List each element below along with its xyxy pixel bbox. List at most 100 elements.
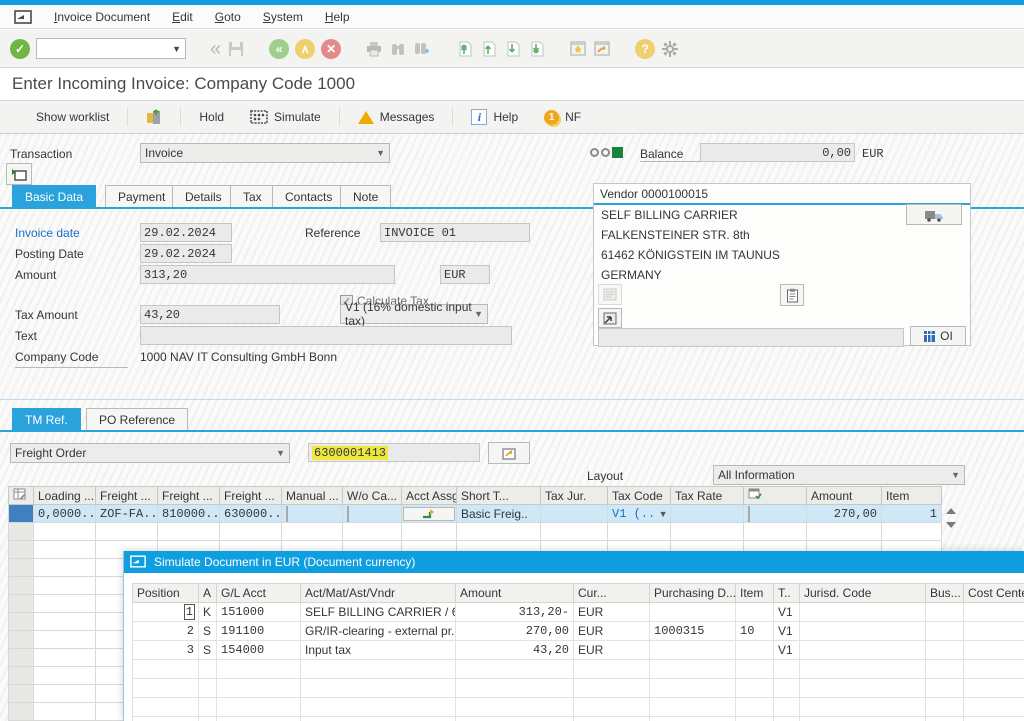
tab-payment[interactable]: Payment bbox=[105, 185, 178, 207]
vendor-clipboard-button[interactable] bbox=[780, 284, 804, 306]
tab-tm-ref[interactable]: TM Ref. bbox=[12, 408, 81, 430]
cell-gl[interactable]: 154000 bbox=[217, 641, 301, 660]
chevron-down-icon[interactable]: ▼ bbox=[172, 44, 181, 54]
col-purchasing-doc[interactable]: Purchasing D... bbox=[650, 584, 736, 603]
cell-item[interactable]: 10 bbox=[736, 622, 774, 641]
cell-freight-3[interactable]: 630000.. bbox=[220, 505, 282, 523]
col-act-mat[interactable]: Act/Mat/Ast/Vndr bbox=[301, 584, 456, 603]
freight-order-type-dropdown[interactable]: Freight Order▼ bbox=[10, 443, 290, 463]
exit-up-icon[interactable]: ∧ bbox=[295, 39, 315, 59]
cell-act[interactable]: SELF BILLING CARRIER / 6.. bbox=[301, 603, 456, 622]
cell-tax-code[interactable]: V1 (.. ▼ bbox=[608, 505, 671, 523]
col-item[interactable]: Item bbox=[882, 487, 942, 505]
amount-field[interactable]: 313,20 bbox=[140, 265, 395, 284]
tab-po-reference[interactable]: PO Reference bbox=[86, 408, 188, 430]
cell-gl[interactable]: 191100 bbox=[217, 622, 301, 641]
col-tax-jur[interactable]: Tax Jur. bbox=[541, 487, 608, 505]
final-checkbox[interactable] bbox=[748, 506, 750, 522]
cell-loading[interactable]: 0,0000.. bbox=[34, 505, 96, 523]
tax-code-dropdown[interactable]: V1 (16% domestic input tax)▼ bbox=[340, 304, 488, 324]
cell-amount[interactable]: 43,20 bbox=[456, 641, 574, 660]
col-cost-center[interactable]: Cost Cente bbox=[964, 584, 1024, 603]
last-page-icon[interactable] bbox=[527, 40, 545, 58]
menu-invoice-document[interactable]: Invoice Document bbox=[54, 10, 150, 24]
posting-date-field[interactable]: 29.02.2024 bbox=[140, 244, 232, 263]
cell-bus[interactable] bbox=[926, 603, 964, 622]
col-wo-ca[interactable]: W/o Ca... bbox=[343, 487, 402, 505]
cell-cc[interactable] bbox=[964, 622, 1024, 641]
cell-tax[interactable]: V1 bbox=[774, 641, 800, 660]
row-selector[interactable] bbox=[9, 505, 34, 523]
command-field[interactable]: ▼ bbox=[36, 38, 186, 59]
tab-note[interactable]: Note bbox=[340, 185, 391, 207]
tree-toggle-button[interactable] bbox=[6, 163, 32, 185]
cell-act[interactable]: GR/IR-clearing - external pr.. bbox=[301, 622, 456, 641]
cell-cur[interactable]: EUR bbox=[574, 603, 650, 622]
col-tax-rate[interactable]: Tax Rate bbox=[671, 487, 744, 505]
nf-button[interactable]: 1 NF bbox=[536, 107, 589, 128]
back-icon[interactable]: « bbox=[210, 39, 221, 59]
cell-a[interactable]: S bbox=[199, 622, 217, 641]
col-short-text[interactable]: Short T... bbox=[457, 487, 541, 505]
freight-order-number-field[interactable]: 6300001413 bbox=[308, 443, 480, 462]
tab-basic-data[interactable]: Basic Data bbox=[12, 185, 96, 207]
cell-amount[interactable]: 313,20- bbox=[456, 603, 574, 622]
cell-item[interactable]: 1 bbox=[882, 505, 942, 523]
worklist-tree-button[interactable] bbox=[138, 106, 170, 129]
col-loading[interactable]: Loading ... bbox=[34, 487, 96, 505]
manual-checkbox[interactable] bbox=[286, 506, 288, 522]
col-a[interactable]: A bbox=[199, 584, 217, 603]
cell-amount[interactable]: 270,00 bbox=[807, 505, 882, 523]
tab-tax[interactable]: Tax bbox=[230, 185, 275, 207]
simulation-row-2[interactable]: 2 S 191100 GR/IR-clearing - external pr.… bbox=[133, 622, 1024, 641]
cell-cur[interactable]: EUR bbox=[574, 622, 650, 641]
col-tax-code[interactable]: Tax Code bbox=[608, 487, 671, 505]
cell-a[interactable]: K bbox=[199, 603, 217, 622]
scroll-up-icon[interactable] bbox=[946, 508, 956, 514]
cell-position[interactable]: 2 bbox=[133, 622, 199, 641]
back-circle-icon[interactable]: « bbox=[269, 39, 289, 59]
invoice-date-field[interactable]: 29.02.2024 bbox=[140, 223, 232, 242]
find-icon[interactable] bbox=[389, 40, 407, 58]
cancel-icon[interactable]: ✕ bbox=[321, 39, 341, 59]
create-shortcut-icon[interactable] bbox=[593, 40, 611, 58]
tab-contacts[interactable]: Contacts bbox=[272, 185, 345, 207]
cell-tax-jur[interactable] bbox=[541, 505, 608, 523]
menu-goto[interactable]: Goto bbox=[215, 10, 241, 24]
vendor-transport-button[interactable] bbox=[906, 204, 962, 225]
cell-tax[interactable]: V1 bbox=[774, 622, 800, 641]
transaction-dropdown[interactable]: Invoice▼ bbox=[140, 143, 390, 163]
col-cur[interactable]: Cur... bbox=[574, 584, 650, 603]
cell-act[interactable]: Input tax bbox=[301, 641, 456, 660]
cell-check[interactable] bbox=[744, 505, 807, 523]
items-table-scrollbar[interactable] bbox=[946, 508, 956, 528]
select-all-header[interactable] bbox=[9, 487, 34, 505]
menu-edit[interactable]: Edit bbox=[172, 10, 193, 24]
cell-amount[interactable]: 270,00 bbox=[456, 622, 574, 641]
wo-ca-checkbox[interactable] bbox=[347, 506, 349, 522]
first-page-icon[interactable] bbox=[455, 40, 473, 58]
popup-title-bar[interactable]: Simulate Document in EUR (Document curre… bbox=[124, 551, 1024, 573]
col-freight-1[interactable]: Freight ... bbox=[96, 487, 158, 505]
reference-field[interactable]: INVOICE 01 bbox=[380, 223, 530, 242]
cell-a[interactable]: S bbox=[199, 641, 217, 660]
cell-pd[interactable]: 1000315 bbox=[650, 622, 736, 641]
cell-bus[interactable] bbox=[926, 641, 964, 660]
cell-manual[interactable] bbox=[282, 505, 343, 523]
simulation-row-1[interactable]: 1 K 151000 SELF BILLING CARRIER / 6.. 31… bbox=[133, 603, 1024, 622]
cell-bus[interactable] bbox=[926, 622, 964, 641]
col-bus[interactable]: Bus... bbox=[926, 584, 964, 603]
customize-gear-icon[interactable] bbox=[661, 40, 679, 58]
cell-wo-ca[interactable] bbox=[343, 505, 402, 523]
messages-button[interactable]: Messages bbox=[350, 107, 443, 127]
cell-jurisd[interactable] bbox=[800, 603, 926, 622]
cell-gl[interactable]: 151000 bbox=[217, 603, 301, 622]
col-check-window[interactable] bbox=[744, 487, 807, 505]
items-table-row-1[interactable]: 0,0000.. ZOF-FA.. 810000.. 630000.. Basi… bbox=[9, 505, 942, 523]
vendor-withholding-button[interactable] bbox=[598, 308, 622, 328]
tab-details[interactable]: Details bbox=[172, 185, 235, 207]
find-next-icon[interactable] bbox=[413, 40, 431, 58]
col-position[interactable]: Position bbox=[133, 584, 199, 603]
help-button[interactable]: i Help bbox=[463, 106, 526, 128]
cell-cc[interactable] bbox=[964, 603, 1024, 622]
